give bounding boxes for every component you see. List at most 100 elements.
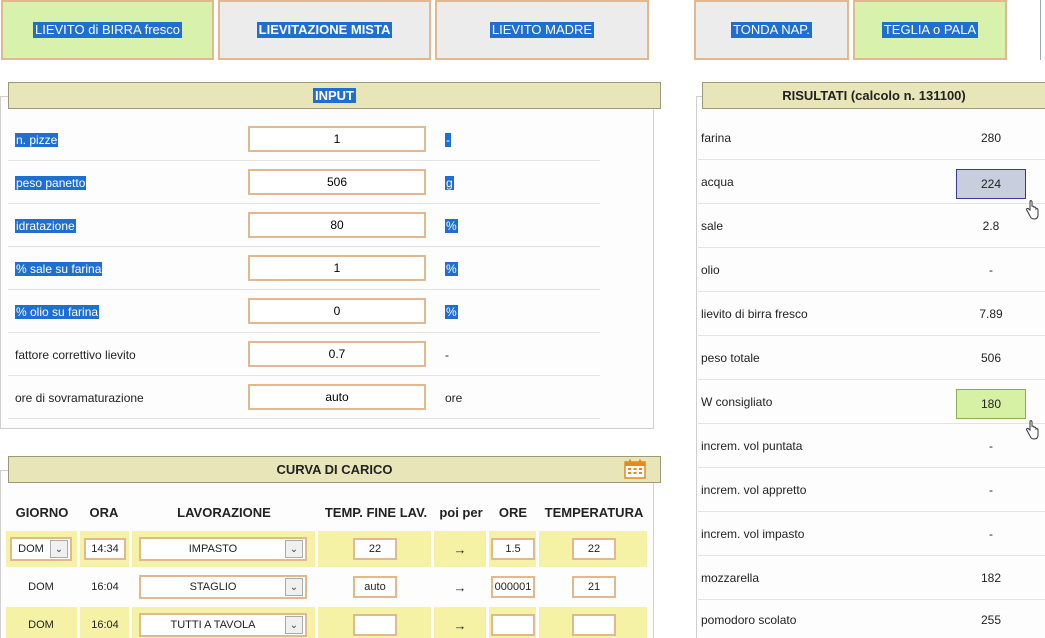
result-value: - <box>989 527 993 541</box>
result-value: 2.8 <box>982 219 1000 233</box>
result-row-farina: farina 280 <box>698 116 1045 160</box>
result-label: olio <box>701 263 720 277</box>
curva-panel-title: CURVA DI CARICO <box>276 462 393 477</box>
hand-pointer-icon <box>1025 420 1039 440</box>
temp-fine-input[interactable]: 22 <box>353 538 397 560</box>
result-value: 280 <box>980 131 1002 145</box>
tab-lievitazione-mista[interactable]: LIEVITAZIONE MISTA <box>218 0 431 60</box>
curva-panel-header: CURVA DI CARICO <box>8 456 661 483</box>
input-label: idratazione <box>15 218 76 233</box>
chevron-down-icon: ⌄ <box>50 540 68 558</box>
hand-pointer-icon <box>1025 200 1039 220</box>
calendar-icon[interactable] <box>624 459 646 479</box>
input-row-n-pizze: n. pizze - <box>8 118 600 161</box>
ore-sovramaturazione-input[interactable] <box>248 384 426 410</box>
tab-tonda-nap[interactable]: TONDA NAP. <box>694 0 849 60</box>
input-label: % olio su farina <box>15 304 100 319</box>
result-label: sale <box>701 219 724 233</box>
result-value: - <box>989 483 993 497</box>
input-row-sovramaturazione: ore di sovramaturazione ore <box>8 376 600 419</box>
input-unit: - <box>445 347 449 362</box>
result-row-puntata: increm. vol puntata - <box>698 424 1045 468</box>
peso-panetto-input[interactable] <box>248 169 426 195</box>
tab-label: TONDA NAP. <box>731 22 812 38</box>
result-row-olio: olio - <box>698 248 1045 292</box>
ore-input[interactable]: 000001 <box>491 576 535 598</box>
result-row-appretto: increm. vol appretto - <box>698 468 1045 512</box>
ora-value: 16:04 <box>91 619 119 631</box>
idratazione-input[interactable] <box>248 212 426 238</box>
sale-input[interactable] <box>248 255 426 281</box>
ore-input[interactable]: 1.5 <box>491 538 535 560</box>
giorno-select[interactable]: DOM ⌄ <box>10 537 72 561</box>
temp-fine-input[interactable] <box>353 614 397 636</box>
result-label: lievito di birra fresco <box>701 307 808 321</box>
result-value: 182 <box>980 571 1002 585</box>
olio-input[interactable] <box>248 298 426 324</box>
temperatura-input[interactable]: 21 <box>572 576 616 598</box>
result-row-pomodoro: pomodoro scolato 255 <box>698 600 1045 638</box>
input-row-olio: % olio su farina % <box>8 290 600 333</box>
tab-label: LIEVITAZIONE MISTA <box>256 22 393 38</box>
lavorazione-select[interactable]: TUTTI A TAVOLA ⌄ <box>139 613 307 637</box>
col-header-poi-per: poi per <box>439 504 483 520</box>
result-row-peso-totale: peso totale 506 <box>698 336 1045 380</box>
input-row-fattore: fattore correttivo lievito - <box>8 333 600 376</box>
temp-fine-input[interactable]: auto <box>353 576 397 598</box>
input-label: peso panetto <box>15 175 87 190</box>
tab-teglia-pala[interactable]: TEGLIA o PALA <box>853 0 1007 60</box>
result-value: 506 <box>980 351 1002 365</box>
tab-lievito-birra[interactable]: LIEVITO di BIRRA fresco <box>1 0 214 60</box>
input-panel-header: INPUT <box>8 82 661 109</box>
w-consigliato-value-box[interactable]: 180 <box>956 389 1026 419</box>
result-row-impasto: increm. vol impasto - <box>698 512 1045 556</box>
giorno-value: DOM <box>28 581 54 593</box>
col-header-giorno: GIORNO <box>15 504 69 520</box>
result-row-sale: sale 2.8 <box>698 204 1045 248</box>
fattore-correttivo-input[interactable] <box>248 341 426 367</box>
arrow-right-icon: → <box>453 541 467 557</box>
temperatura-input[interactable]: 22 <box>572 538 616 560</box>
input-row-peso-panetto: peso panetto g <box>8 161 600 204</box>
table-row: DOM ⌄ 14:34 IMPASTO ⌄ 22 → 1.5 22 <box>6 531 647 567</box>
chevron-down-icon: ⌄ <box>285 540 303 558</box>
input-panel-title: INPUT <box>313 88 356 103</box>
result-label: pomodoro scolato <box>701 613 797 627</box>
ora-value: 16:04 <box>91 581 119 593</box>
input-unit: g <box>445 175 454 190</box>
result-value: 255 <box>980 613 1002 627</box>
result-row-w-consigliato: W consigliato 180 <box>698 380 1045 424</box>
lavorazione-select[interactable]: IMPASTO ⌄ <box>139 537 307 561</box>
arrow-right-icon: → <box>453 579 467 595</box>
lavorazione-select[interactable]: STAGLIO ⌄ <box>139 575 307 599</box>
input-unit: % <box>445 218 458 233</box>
result-value: - <box>989 439 993 453</box>
window-edge <box>1040 0 1045 60</box>
input-unit: ore <box>445 390 463 405</box>
input-row-sale: % sale su farina % <box>8 247 600 290</box>
ora-field[interactable]: 14:34 <box>84 538 126 560</box>
input-unit: % <box>445 261 458 276</box>
ore-input[interactable] <box>491 614 535 636</box>
result-label: increm. vol appretto <box>701 483 807 497</box>
tab-lievito-madre[interactable]: LIEVITO MADRE <box>435 0 649 60</box>
chevron-down-icon: ⌄ <box>285 616 303 634</box>
n-pizze-input[interactable] <box>248 126 426 152</box>
acqua-value-box[interactable]: 224 <box>956 169 1026 199</box>
chevron-down-icon: ⌄ <box>285 578 303 596</box>
result-row-lievito: lievito di birra fresco 7.89 <box>698 292 1045 336</box>
temperatura-input[interactable] <box>572 614 616 636</box>
col-header-ore: ORE <box>498 504 528 520</box>
results-panel-header: RISULTATI (calcolo n. 131100) <box>702 82 1045 109</box>
tab-label: TEGLIA o PALA <box>881 22 979 38</box>
input-unit: % <box>445 304 458 319</box>
giorno-value: DOM <box>28 619 54 631</box>
result-row-mozzarella: mozzarella 182 <box>698 556 1045 600</box>
table-row: DOM 16:04 TUTTI A TAVOLA ⌄ → <box>6 607 647 638</box>
result-label: acqua <box>701 175 734 189</box>
results-panel-title: RISULTATI (calcolo n. 131100) <box>782 88 966 103</box>
col-header-temperatura: TEMPERATURA <box>544 504 644 520</box>
col-header-temp-fine: TEMP. FINE LAV. <box>324 504 428 520</box>
arrow-right-icon: → <box>453 617 467 633</box>
result-label: farina <box>701 131 732 145</box>
